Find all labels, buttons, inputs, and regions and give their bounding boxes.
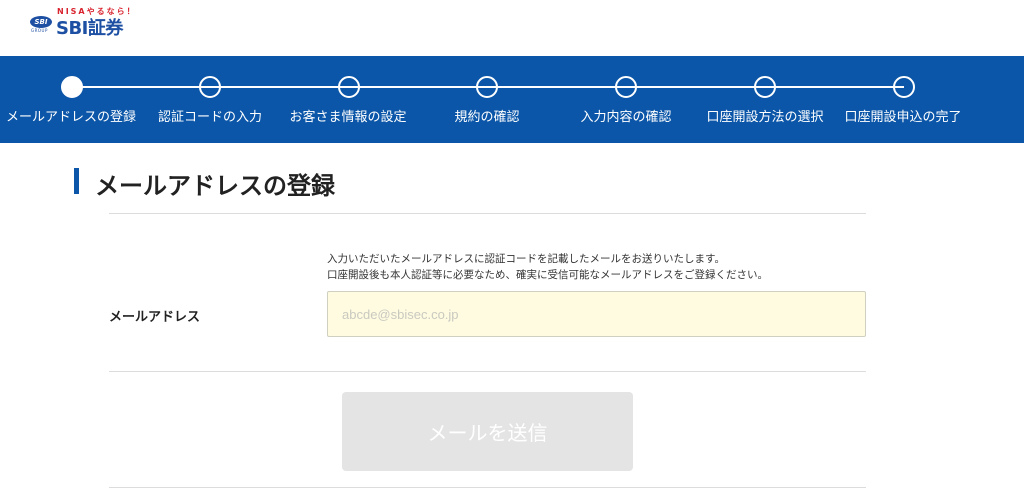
step-2-indicator: [199, 76, 221, 98]
sbi-logo[interactable]: NISAやるなら！ SBI GROUP SBI証券: [30, 6, 170, 39]
description-line-1: 入力いただいたメールアドレスに認証コードを記載したメールをお送りいたします。: [327, 253, 725, 265]
step-3-indicator: [338, 76, 360, 98]
divider: [109, 371, 866, 372]
step-7-label: 口座開設申込の完了: [844, 110, 962, 125]
logo-brand: SBI証券: [56, 18, 123, 39]
header: NISAやるなら！ SBI GROUP SBI証券: [0, 0, 1024, 56]
step-1-label: メールアドレスの登録: [5, 110, 137, 125]
divider: [109, 213, 866, 214]
step-7-indicator: [893, 76, 915, 98]
step-4-label: 規約の確認: [454, 110, 520, 125]
page-title: メールアドレスの登録: [95, 172, 335, 200]
step-6-indicator: [754, 76, 776, 98]
sbi-group-icon: SBI GROUP: [30, 16, 52, 34]
step-5-indicator: [615, 76, 637, 98]
title-accent-bar: [74, 168, 79, 194]
divider: [109, 487, 866, 488]
step-1-indicator: [61, 76, 83, 98]
step-5-label: 入力内容の確認: [580, 110, 672, 125]
progress-stepper: メールアドレスの登録 認証コードの入力 お客さま情報の設定 規約の確認 入力内容…: [0, 56, 1024, 143]
description-line-2: 口座開設後も本人認証等に必要なため、確実に受信可能なメールアドレスをご登録くださ…: [327, 269, 768, 281]
step-2-label: 認証コードの入力: [157, 110, 263, 125]
step-6-label: 口座開設方法の選択: [706, 110, 824, 125]
email-label: メールアドレス: [109, 310, 201, 325]
logo-badge: SBI: [30, 16, 52, 28]
step-4-indicator: [476, 76, 498, 98]
logo-group-text: GROUP: [31, 28, 48, 33]
send-email-button[interactable]: メールを送信: [342, 392, 633, 471]
step-3-label: お客さま情報の設定: [289, 110, 407, 125]
email-input[interactable]: [327, 291, 866, 337]
